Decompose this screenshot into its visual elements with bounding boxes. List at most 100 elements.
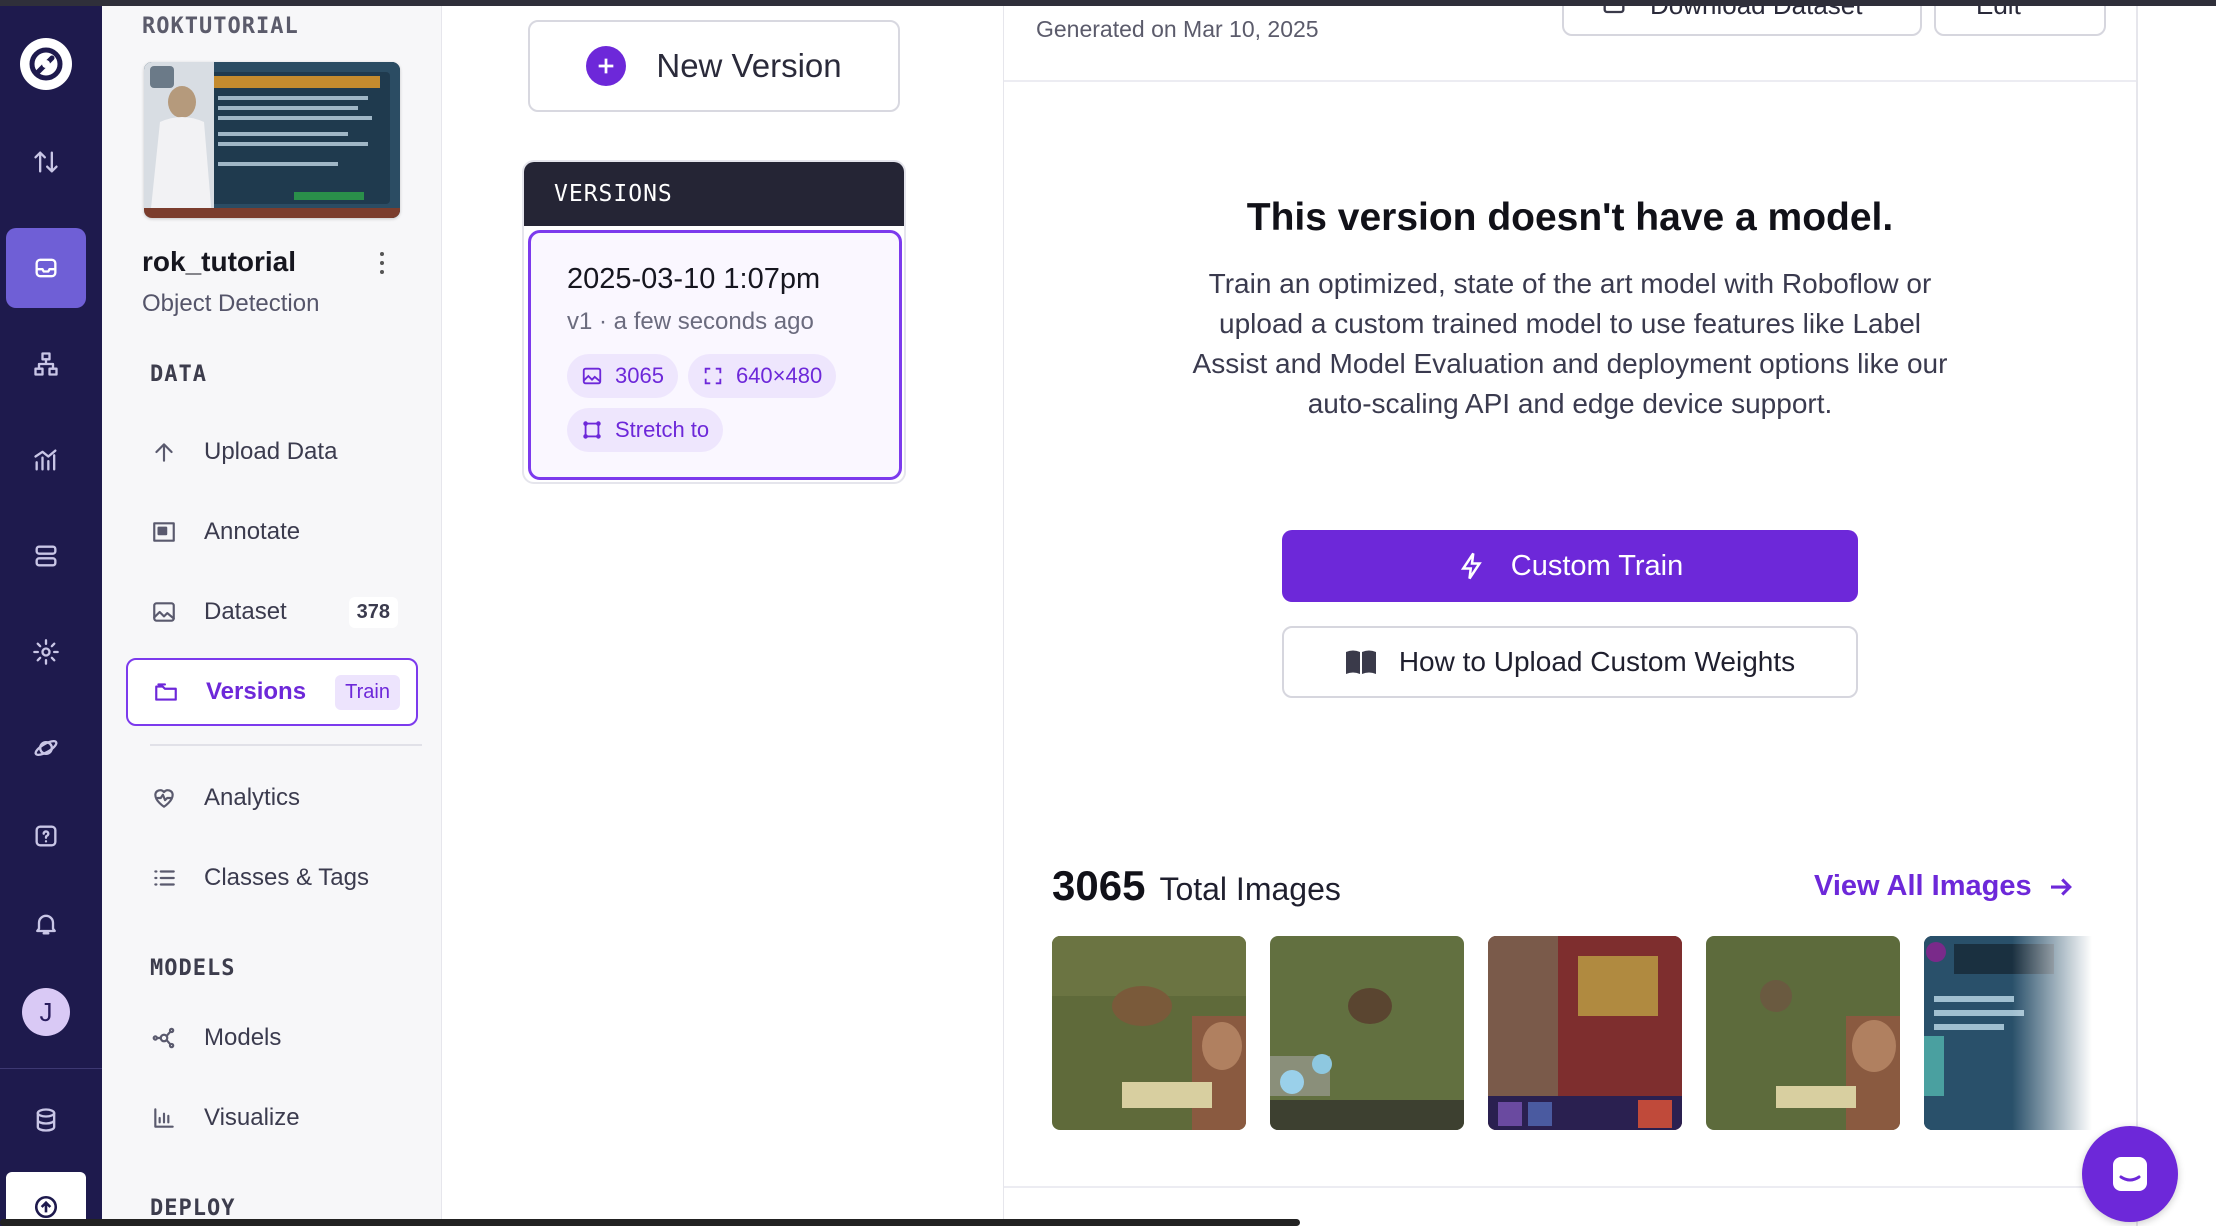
chart-icon[interactable] (24, 438, 68, 482)
lightning-icon (1460, 552, 1482, 580)
bar-chart-icon (150, 1104, 178, 1132)
sidebar-item-label: Dataset (204, 598, 287, 625)
sidebar-item-label: Visualize (204, 1104, 300, 1131)
annotate-icon (150, 518, 178, 546)
sort-icon[interactable] (24, 140, 68, 184)
project-name: rok_tutorial (142, 246, 297, 277)
upload-icon (150, 438, 178, 466)
chat-launcher-button[interactable] (2082, 1126, 2178, 1222)
train-badge[interactable]: Train (335, 674, 400, 710)
new-version-button[interactable]: New Version (528, 20, 900, 112)
gallery-image[interactable] (1270, 936, 1464, 1130)
sidebar-item-label: Analytics (204, 784, 301, 811)
server-icon[interactable] (24, 534, 68, 578)
upload-weights-label: How to Upload Custom Weights (1398, 646, 1796, 677)
header-divider (1004, 80, 2136, 82)
sidebar-item-visualize[interactable]: Visualize (126, 1084, 418, 1152)
version-card[interactable]: 2025-03-10 1:07pm v1 · a few seconds ago… (528, 230, 902, 480)
help-icon[interactable] (24, 814, 68, 858)
section-header-models: MODELS (150, 956, 236, 981)
chat-icon (2113, 1157, 2147, 1191)
hierarchy-icon[interactable] (24, 342, 68, 386)
versions-column: New Version VERSIONS 2025-03-10 1:07pm v… (442, 0, 1004, 1226)
total-images-count: 3065 (1052, 862, 1146, 909)
sidebar-item-label: Annotate (204, 518, 301, 545)
image-icon (150, 598, 178, 626)
upload-arrow-icon (34, 1195, 58, 1219)
image-size: 640×480 (735, 363, 823, 388)
sidebar-divider (150, 744, 422, 746)
gallery-image[interactable] (1488, 936, 1682, 1130)
sidebar-item-classes-tags[interactable]: Classes & Tags (126, 844, 418, 912)
project-thumbnail[interactable] (144, 62, 400, 218)
book-icon (1345, 650, 1376, 674)
planet-icon[interactable] (24, 726, 68, 770)
heart-pulse-icon (150, 784, 178, 812)
no-model-title: This version doesn't have a model. (1246, 196, 1894, 239)
upload-tile[interactable] (6, 1172, 86, 1226)
browser-top-edge (0, 0, 2216, 6)
bottom-divider (1004, 1186, 2136, 1188)
folder-icon (152, 678, 180, 706)
custom-train-label: Custom Train (1510, 549, 1684, 582)
version-detail: Generated on Mar 10, 2025 Download Datas… (1004, 0, 2138, 1226)
workspace-name[interactable]: ROKTUTORIAL (142, 14, 299, 39)
total-images-row: 3065 Total Images (1052, 862, 1341, 910)
section-header-deploy: DEPLOY (150, 1196, 236, 1221)
images-count: 3065 (615, 363, 664, 388)
dataset-count-badge: 378 (348, 596, 398, 628)
resize-icon (704, 367, 722, 385)
graph-icon (150, 1024, 178, 1052)
plus-icon (586, 46, 627, 86)
resize-mode: Stretch to (615, 417, 710, 442)
inbox-icon[interactable] (24, 246, 68, 290)
sidebar-item-upload-data[interactable]: Upload Data (126, 418, 418, 486)
sidebar-item-versions[interactable]: Versions Train (126, 658, 418, 726)
upload-weights-button[interactable]: How to Upload Custom Weights (1282, 626, 1858, 698)
total-images-label: Total Images (1159, 871, 1341, 907)
versions-header: VERSIONS (524, 162, 904, 226)
database-icon[interactable] (24, 1098, 68, 1142)
gallery-image[interactable] (1706, 936, 1900, 1130)
version-subtitle: v1 · a few seconds ago (567, 308, 814, 335)
main-right-border (2136, 0, 2138, 1226)
sidebar-item-label: Versions (206, 678, 307, 705)
logo-icon[interactable] (20, 38, 72, 90)
new-version-label: New Version (656, 47, 842, 84)
gallery-fade (2012, 936, 2092, 1130)
view-all-images-link[interactable]: View All Images (1814, 870, 2076, 903)
app-root: J ROKTUTORIAL rok_tutorial Object Detect… (0, 0, 2216, 1226)
icon-rail: J (0, 0, 102, 1226)
bell-icon[interactable] (24, 902, 68, 946)
sidebar-item-analytics[interactable]: Analytics (126, 764, 418, 832)
sidebar-item-dataset[interactable]: Dataset 378 (126, 578, 418, 646)
versions-panel: VERSIONS 2025-03-10 1:07pm v1 · a few se… (522, 160, 906, 484)
size-chip: 640×480 (687, 354, 837, 398)
project-type: Object Detection (142, 290, 320, 317)
stretch-chip: Stretch to (567, 408, 724, 452)
rail-divider (0, 1068, 102, 1069)
version-chips: 3065 640×480 Stretch to (567, 354, 887, 452)
horizontal-scrollbar[interactable] (0, 1219, 1300, 1226)
image-gallery (1052, 936, 2092, 1130)
custom-train-button[interactable]: Custom Train (1282, 530, 1858, 602)
sidebar-item-annotate[interactable]: Annotate (126, 498, 418, 566)
generated-on: Generated on Mar 10, 2025 (1036, 16, 1319, 42)
avatar[interactable]: J (22, 988, 70, 1036)
gallery-image[interactable] (1052, 936, 1246, 1130)
arrow-right-icon (2050, 877, 2072, 896)
list-icon (150, 864, 178, 892)
no-model-description: Train an optimized, state of the art mod… (1192, 268, 1948, 419)
view-all-label: View All Images (1814, 870, 2032, 902)
gear-icon[interactable] (24, 630, 68, 674)
project-menu-icon[interactable] (370, 250, 394, 276)
section-header-data: DATA (150, 362, 207, 387)
sidebar-item-label: Classes & Tags (204, 864, 369, 891)
image-icon (582, 367, 602, 385)
images-chip: 3065 (567, 354, 678, 398)
sidebar-item-label: Models (204, 1024, 282, 1051)
version-date: 2025-03-10 1:07pm (567, 263, 821, 295)
project-sidebar: ROKTUTORIAL rok_tutorial Object Detectio… (102, 0, 442, 1226)
crop-icon (583, 421, 601, 439)
sidebar-item-models[interactable]: Models (126, 1004, 418, 1072)
